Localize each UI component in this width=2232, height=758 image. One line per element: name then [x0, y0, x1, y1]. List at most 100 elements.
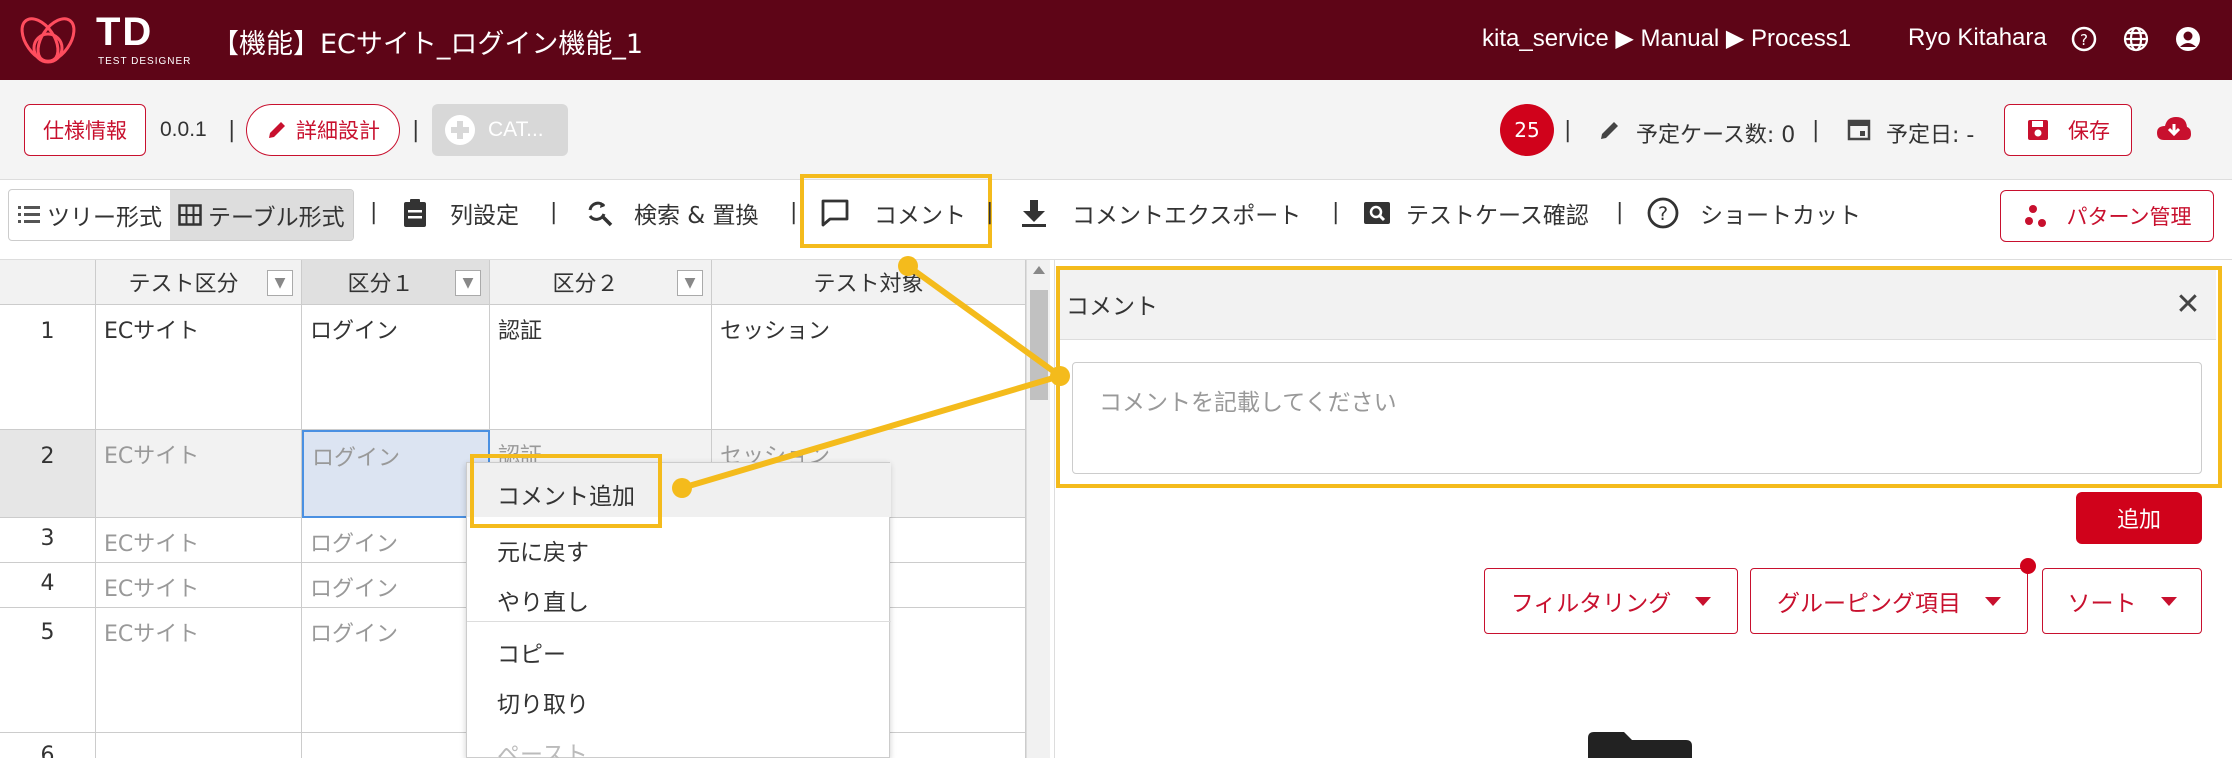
- menu-item-cut[interactable]: 切り取り: [497, 685, 589, 719]
- user-name[interactable]: Ryo Kitahara: [1908, 24, 2047, 52]
- search-replace-button[interactable]: 検索 & 置換: [584, 196, 759, 230]
- help-icon[interactable]: ?: [2070, 25, 2098, 53]
- breadcrumb[interactable]: kita_service ▶ Manual ▶ Process1: [1482, 24, 1851, 53]
- table-cell[interactable]: ECサイト: [96, 518, 302, 563]
- detail-design-button[interactable]: 詳細設計: [246, 104, 400, 156]
- tree-view-label: ツリー形式: [47, 205, 162, 231]
- save-button[interactable]: 保存: [2004, 104, 2132, 156]
- cloud-download-icon[interactable]: [2156, 114, 2192, 144]
- search-replace-label: 検索 & 置換: [634, 203, 759, 229]
- column-filter-icon[interactable]: ▼: [677, 270, 703, 296]
- table-view-button[interactable]: テーブル形式: [170, 190, 353, 240]
- table-cell[interactable]: ECサイト: [96, 305, 302, 430]
- table-cell[interactable]: [302, 733, 490, 758]
- svg-text:?: ?: [2080, 31, 2088, 49]
- grid-icon: [178, 204, 202, 226]
- grouping-dropdown[interactable]: グルーピング項目: [1750, 568, 2028, 634]
- row-number[interactable]: 4: [0, 563, 96, 608]
- separator: |: [550, 200, 558, 225]
- svg-text:?: ?: [1658, 203, 1668, 225]
- notification-badge[interactable]: 25: [1500, 104, 1554, 156]
- grouping-indicator-dot: [2020, 558, 2036, 574]
- column-filter-icon[interactable]: ▼: [455, 270, 481, 296]
- column-header-label: テスト区分: [128, 272, 239, 297]
- menu-item-undo[interactable]: 元に戻す: [497, 533, 589, 567]
- page-title: 【機能】ECサイト_ログイン機能_1: [212, 29, 644, 60]
- sort-dropdown[interactable]: ソート: [2042, 568, 2202, 634]
- menu-item-redo[interactable]: やり直し: [497, 583, 589, 617]
- table-view-label: テーブル形式: [208, 205, 345, 231]
- pencil-icon: [269, 122, 285, 138]
- table-cell[interactable]: [96, 733, 302, 758]
- sort-label: ソート: [2067, 591, 2137, 617]
- column-settings-label: 列設定: [450, 203, 519, 229]
- floppy-icon: [2028, 120, 2048, 140]
- column-header[interactable]: テスト区分 ▼: [96, 260, 302, 305]
- grouping-label: グルーピング項目: [1777, 591, 1961, 617]
- globe-icon[interactable]: [2122, 25, 2150, 53]
- table-cell[interactable]: ログイン: [302, 305, 490, 430]
- separator: |: [790, 200, 798, 225]
- folder-icon: [1588, 732, 1692, 758]
- table-cell[interactable]: セッション: [712, 305, 1026, 430]
- find-replace-icon: [588, 201, 613, 227]
- table-cell[interactable]: ログイン: [302, 518, 490, 563]
- menu-item-copy[interactable]: コピー: [497, 635, 566, 669]
- planned-cases: 予定ケース数: 0: [1636, 123, 1796, 148]
- table-cell[interactable]: ログイン: [302, 563, 490, 608]
- view-toggle[interactable]: ツリー形式 テーブル形式: [8, 189, 354, 241]
- row-number[interactable]: 1: [0, 305, 96, 430]
- row-number[interactable]: 3: [0, 518, 96, 563]
- plus-circle-icon: [445, 115, 475, 145]
- separator: |: [1812, 118, 1820, 143]
- row-number[interactable]: 2: [0, 430, 96, 518]
- shortcut-button[interactable]: ? ショートカット: [1646, 196, 1861, 230]
- scroll-thumb[interactable]: [1030, 290, 1048, 400]
- corner-cell: [0, 260, 96, 305]
- column-header-label: 区分１: [347, 272, 414, 297]
- separator: |: [412, 118, 420, 143]
- add-comment-button[interactable]: 追加: [2076, 492, 2202, 544]
- table-cell[interactable]: ECサイト: [96, 608, 302, 733]
- comment-export-button[interactable]: コメントエクスポート: [1020, 196, 1301, 230]
- table-cell[interactable]: 認証: [490, 305, 712, 430]
- spec-info-button[interactable]: 仕様情報: [24, 104, 146, 156]
- separator: |: [1332, 200, 1340, 225]
- separator: |: [986, 200, 994, 225]
- pattern-manage-label: パターン管理: [2066, 205, 2192, 229]
- filtering-dropdown[interactable]: フィルタリング: [1484, 568, 1738, 634]
- separator: |: [370, 200, 378, 225]
- table-cell[interactable]: ECサイト: [96, 430, 302, 518]
- column-settings-button[interactable]: 列設定: [402, 196, 519, 230]
- save-label: 保存: [2068, 119, 2110, 143]
- table-cell[interactable]: ECサイト: [96, 563, 302, 608]
- column-header[interactable]: 区分１ ▼: [302, 260, 490, 305]
- row-number[interactable]: 5: [0, 608, 96, 733]
- cat-button[interactable]: CAT...: [432, 104, 568, 156]
- separator: |: [228, 118, 236, 143]
- row-number[interactable]: 6: [0, 733, 96, 758]
- shortcut-label: ショートカット: [1700, 203, 1861, 229]
- column-header[interactable]: テスト対象: [712, 260, 1026, 305]
- menu-item-paste[interactable]: ペースト: [497, 735, 588, 758]
- download-icon: [1022, 200, 1046, 227]
- scroll-up-icon[interactable]: [1033, 266, 1045, 274]
- cat-label: CAT...: [488, 118, 544, 141]
- add-comment-highlight: [470, 454, 662, 528]
- logo-text: TD: [96, 10, 154, 54]
- detail-design-label: 詳細設計: [296, 119, 380, 143]
- table-cell-selected[interactable]: ログイン: [302, 430, 490, 518]
- table-scrollbar[interactable]: [1026, 260, 1050, 758]
- testcase-check-button[interactable]: テストケース確認: [1362, 196, 1589, 230]
- column-header[interactable]: 区分２ ▼: [490, 260, 712, 305]
- help-circle-icon: ?: [1647, 197, 1679, 229]
- table-cell[interactable]: ログイン: [302, 608, 490, 733]
- column-filter-icon[interactable]: ▼: [267, 270, 293, 296]
- chevron-down-icon: [2160, 596, 2177, 606]
- account-icon[interactable]: [2174, 25, 2202, 53]
- column-header-label: テスト対象: [813, 272, 924, 297]
- pattern-manage-button[interactable]: パターン管理: [2000, 190, 2214, 242]
- calendar-icon: [1847, 119, 1871, 141]
- planned-date: 予定日: -: [1886, 123, 1975, 148]
- tree-view-button[interactable]: ツリー形式: [9, 190, 170, 240]
